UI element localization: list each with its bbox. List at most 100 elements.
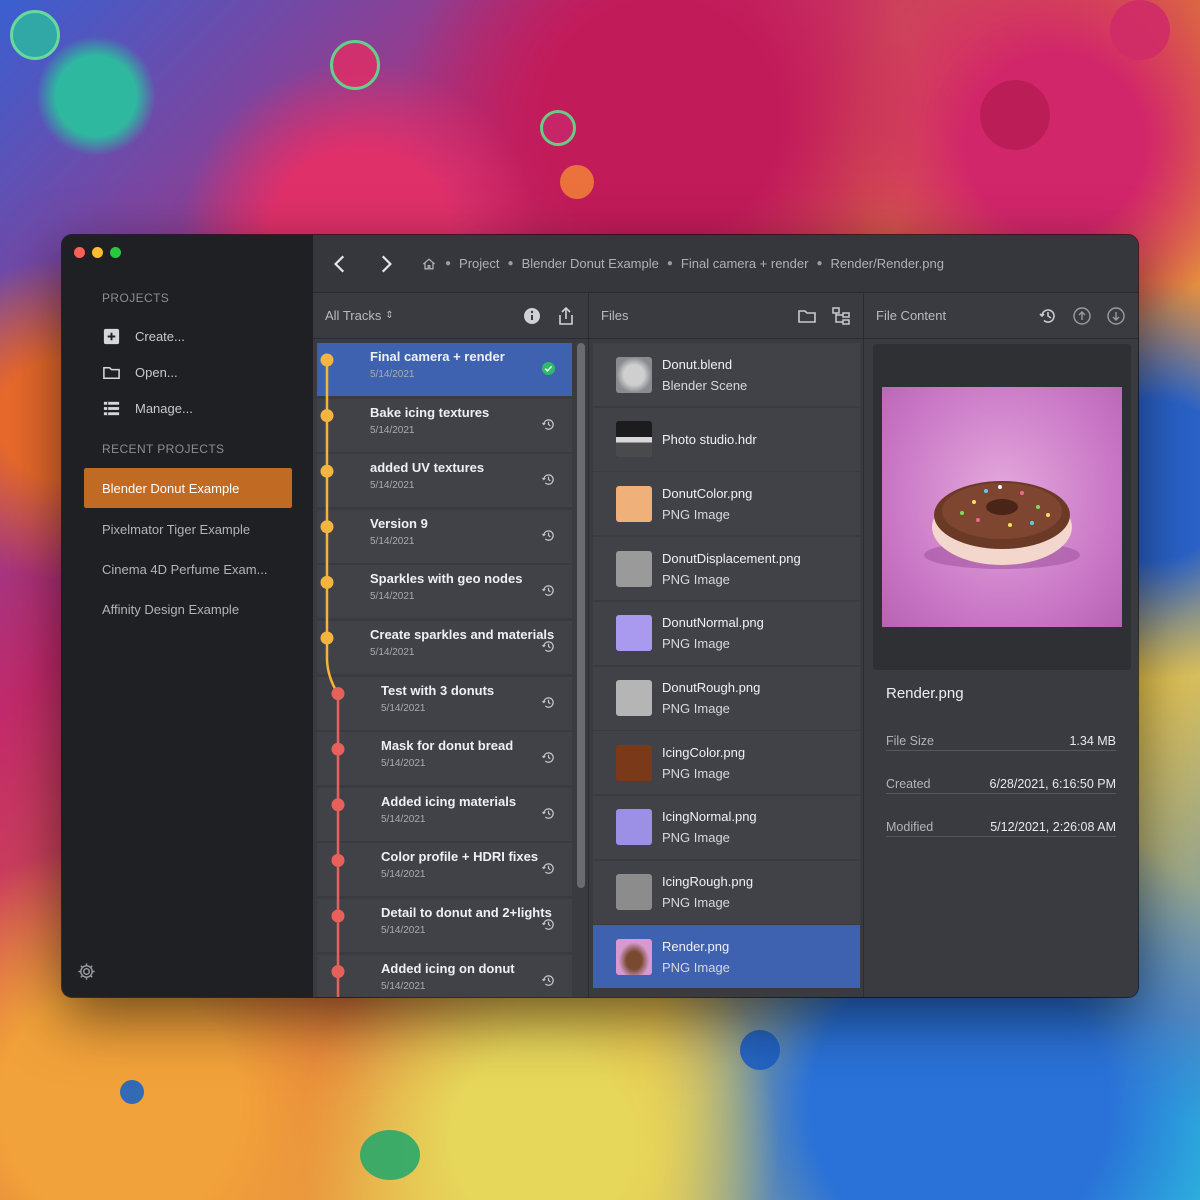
track-date: 5/14/2021 [381,702,426,714]
download-circle-icon[interactable] [1106,306,1126,326]
history-icon[interactable] [541,583,556,598]
track-date: 5/14/2021 [370,369,415,380]
history-icon[interactable] [541,861,556,876]
track-date: 5/14/2021 [370,647,415,658]
share-icon[interactable] [556,306,576,326]
file-content-header: File Content [864,293,1138,339]
recent-project-pixelmator-tiger[interactable]: Pixelmator Tiger Example [84,509,292,549]
manage-projects-button[interactable]: Manage... [102,399,193,418]
track-title: Color profile + HDRI fixes [381,849,539,865]
file-item[interactable]: DonutDisplacement.png PNG Image [593,537,860,601]
track-item[interactable]: Test with 3 donuts 5/14/2021 [317,676,572,730]
settings-gear-icon[interactable] [77,962,96,981]
history-icon[interactable] [541,806,556,821]
history-icon[interactable] [541,417,556,432]
file-item[interactable]: IcingColor.png PNG Image [593,731,860,795]
folder-icon[interactable] [797,306,817,326]
track-item[interactable]: Sparkles with geo nodes 5/14/2021 [317,565,572,619]
file-item[interactable]: IcingRough.png PNG Image [593,860,860,924]
track-item[interactable]: Final camera + render 5/14/2021 [317,343,572,396]
file-item[interactable]: Donut.blend Blender Scene [593,343,860,406]
breadcrumb-track[interactable]: Final camera + render [681,256,809,271]
history-icon[interactable] [541,528,556,543]
meta-value: 5/12/2021, 2:26:08 AM [990,820,1116,834]
home-icon[interactable] [421,256,437,272]
file-thumbnail [616,938,652,975]
history-icon[interactable] [541,917,556,932]
file-thumbnail [616,680,652,716]
history-icon[interactable] [541,750,556,765]
file-item[interactable]: DonutNormal.png PNG Image [593,601,860,665]
file-type: Blender Scene [662,377,748,393]
meta-value: 6/28/2021, 6:16:50 PM [989,777,1116,791]
meta-created: Created 6/28/2021, 6:16:50 PM [886,777,1116,794]
breadcrumb-file[interactable]: Render/Render.png [831,256,944,271]
file-item[interactable]: Photo studio.hdr [593,407,860,471]
file-item[interactable]: Render.png PNG Image [593,925,860,989]
breadcrumb-project-name[interactable]: Blender Donut Example [522,256,659,271]
hierarchy-icon[interactable] [831,306,851,326]
upload-circle-icon[interactable] [1072,306,1092,326]
track-item[interactable]: Added icing on donut 5/14/2021 [317,954,572,997]
file-item[interactable]: IcingNormal.png PNG Image [593,795,860,859]
recent-project-affinity-design[interactable]: Affinity Design Example [84,589,292,629]
files-column: Files Donut.blend Blender Scene Photo stud… [589,293,864,997]
track-title: Added icing materials [381,793,517,809]
track-title: Sparkles with geo nodes [370,571,523,587]
all-tracks-dropdown[interactable]: All Tracks [325,308,381,323]
recent-project-blender-donut[interactable]: Blender Donut Example [84,468,292,508]
render-preview-image [882,387,1122,627]
track-item[interactable]: Added icing materials 5/14/2021 [317,787,572,841]
track-title: Version 9 [370,515,428,531]
file-item[interactable]: DonutRough.png PNG Image [593,666,860,730]
track-item[interactable]: added UV textures 5/14/2021 [317,454,572,508]
back-chevron-icon[interactable] [329,253,351,275]
track-item[interactable]: Create sparkles and materials 5/14/2021 [317,621,572,674]
projects-section-title: PROJECTS [102,291,170,305]
close-window-button[interactable] [74,247,85,258]
minimize-window-button[interactable] [92,247,103,258]
track-title: Added icing on donut [381,960,515,976]
breadcrumb-project[interactable]: Project [459,256,499,271]
track-item[interactable]: Version 9 5/14/2021 [317,509,572,563]
file-type: PNG Image [662,830,730,846]
file-name: DonutDisplacement.png [662,550,801,566]
file-thumbnail [616,421,652,458]
file-name: Render.png [662,938,730,954]
open-project-button[interactable]: Open... [102,363,178,382]
track-item[interactable]: Detail to donut and 2+lights 5/14/2021 [317,899,572,952]
zoom-window-button[interactable] [110,247,121,258]
history-icon[interactable] [541,639,556,654]
file-item[interactable]: DonutColor.png PNG Image [593,472,860,536]
breadcrumb-separator: ● [507,258,514,269]
history-icon[interactable] [541,695,556,710]
track-date: 5/14/2021 [370,424,415,436]
tracks-scrollbar[interactable] [577,343,585,888]
manage-projects-label: Manage... [135,401,193,416]
create-project-button[interactable]: Create... [102,327,185,346]
file-name: IcingRough.png [662,874,754,890]
track-title: added UV textures [370,460,485,476]
plus-square-icon [103,328,120,345]
tracks-header: All Tracks ⇕ [313,293,588,339]
meta-value: 1.34 MB [1069,734,1116,748]
folder-icon [103,366,120,379]
track-item[interactable]: Bake icing textures 5/14/2021 [317,398,572,452]
info-icon[interactable] [522,306,542,326]
track-date: 5/14/2021 [381,813,426,825]
track-item[interactable]: Color profile + HDRI fixes 5/14/2021 [317,843,572,897]
tracks-column: All Tracks ⇕ Final camera + render 5/14/2… [313,293,589,997]
track-item[interactable]: Mask for donut bread 5/14/2021 [317,732,572,786]
history-icon[interactable] [541,472,556,487]
file-thumbnail [616,874,652,911]
file-type: PNG Image [662,571,730,587]
dropdown-updown-icon[interactable]: ⇕ [385,310,393,321]
file-thumbnail [616,550,652,587]
track-date: 5/14/2021 [381,980,426,992]
forward-chevron-icon[interactable] [375,253,397,275]
create-project-label: Create... [135,329,185,344]
history-icon[interactable] [541,973,556,988]
app-window: PROJECTS Create... Open... Manage... REC… [62,235,1138,997]
history-icon[interactable] [1038,306,1058,326]
recent-project-cinema4d-perfume[interactable]: Cinema 4D Perfume Exam... [84,549,292,589]
